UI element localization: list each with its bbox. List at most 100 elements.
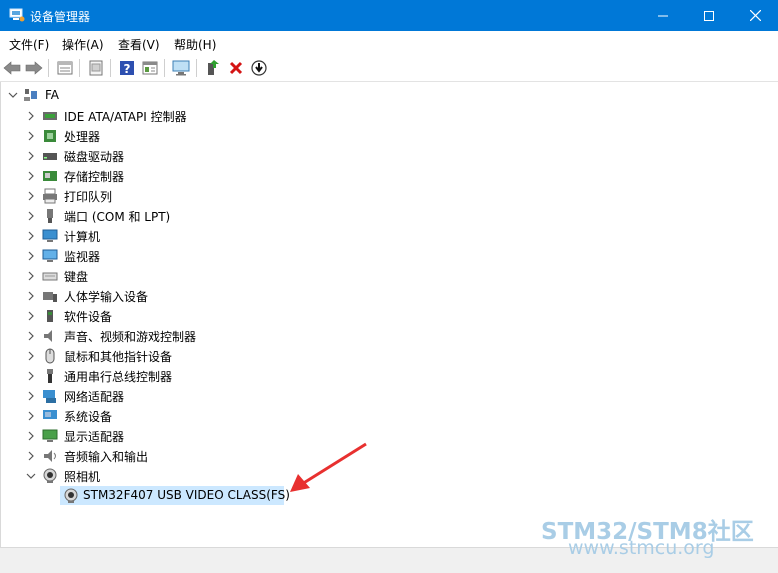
uninstall-device-button[interactable] (226, 58, 246, 78)
software-device-icon (47, 310, 53, 322)
usb-icon (47, 369, 53, 383)
camera-icon (43, 468, 57, 483)
menu-view[interactable]: 查看(V) (118, 36, 160, 53)
chevron-right-icon[interactable] (26, 211, 36, 221)
back-button[interactable] (2, 58, 22, 78)
tree-category-label[interactable]: 人体学输入设备 (64, 288, 148, 305)
maximize-icon (704, 10, 714, 21)
keyboard-icon (42, 272, 58, 281)
chevron-right-icon[interactable] (26, 271, 36, 281)
tree-category-label[interactable]: 照相机 (64, 468, 100, 485)
enable-device-button[interactable] (203, 58, 223, 78)
tree-category-label[interactable]: 网络适配器 (64, 388, 124, 405)
svg-text:?: ? (124, 62, 131, 76)
computer-root-icon (24, 89, 37, 101)
chevron-right-icon[interactable] (26, 231, 36, 241)
forward-button[interactable] (24, 58, 44, 78)
chevron-down-icon[interactable] (8, 90, 18, 100)
tree-category-label[interactable]: 显示适配器 (64, 428, 124, 445)
toolbar: ? (0, 55, 778, 82)
chevron-right-icon[interactable] (26, 191, 36, 201)
chevron-right-icon[interactable] (26, 431, 36, 441)
computer-icon (42, 229, 58, 242)
download-driver-button[interactable] (249, 58, 269, 78)
scan-hardware-icon (172, 60, 190, 76)
device-manager-icon (9, 8, 25, 22)
chevron-right-icon[interactable] (26, 151, 36, 161)
close-button[interactable] (732, 0, 778, 31)
tree-category-label[interactable]: 监视器 (64, 248, 100, 265)
display-adapter-icon (42, 429, 58, 442)
annotation-arrow (290, 442, 367, 492)
tree-category-label[interactable]: 打印队列 (64, 188, 112, 205)
close-icon (749, 10, 761, 21)
chevron-right-icon[interactable] (26, 411, 36, 421)
title-bar: 设备管理器 (0, 0, 778, 31)
chevron-right-icon[interactable] (26, 131, 36, 141)
tree-category-label[interactable]: 声音、视频和游戏控制器 (64, 328, 196, 345)
chevron-right-icon[interactable] (26, 291, 36, 301)
chevron-right-icon[interactable] (26, 371, 36, 381)
tree-root-label[interactable]: FA (45, 88, 59, 102)
hid-icon (43, 292, 57, 302)
forward-icon (25, 61, 43, 75)
menu-bar: 文件(F) 操作(A) 查看(V) 帮助(H) (0, 31, 778, 55)
tree-category-label[interactable]: 系统设备 (64, 408, 112, 425)
chevron-down-icon[interactable] (26, 471, 36, 481)
view-button[interactable] (140, 58, 160, 78)
properties-icon (57, 61, 73, 75)
webcam-icon (64, 488, 78, 503)
port-icon (47, 209, 53, 223)
device-tree[interactable]: FA IDE ATA/ATAPI 控制器 处理器磁盘驱动器存储控制器打印队列端口 … (0, 82, 778, 547)
back-icon (3, 61, 21, 75)
ide-controller-icon (43, 112, 57, 120)
window-title: 设备管理器 (30, 10, 91, 24)
monitor-icon (42, 249, 58, 262)
scan-hardware-button[interactable] (171, 58, 191, 78)
uninstall-icon (229, 61, 243, 75)
menu-action[interactable]: 操作(A) (62, 36, 104, 53)
chevron-right-icon[interactable] (26, 171, 36, 181)
tree-category-label[interactable]: 磁盘驱动器 (64, 148, 124, 165)
menu-file[interactable]: 文件(F) (9, 36, 49, 53)
chevron-right-icon[interactable] (26, 331, 36, 341)
minimize-button[interactable] (640, 0, 686, 31)
download-icon (251, 60, 267, 76)
watermark-url: www.stmcu.org (568, 537, 715, 559)
sound-icon (44, 330, 52, 342)
properties-button[interactable] (55, 58, 75, 78)
network-adapter-icon (43, 390, 56, 403)
mouse-icon (45, 348, 55, 364)
chevron-right-icon[interactable] (26, 451, 36, 461)
storage-controller-icon (43, 171, 57, 181)
help-button[interactable]: ? (117, 58, 137, 78)
printer-icon (43, 188, 57, 204)
minimize-icon (658, 15, 668, 16)
tree-category-label[interactable]: 音频输入和输出 (64, 448, 148, 465)
update-driver-button[interactable] (86, 58, 106, 78)
tree-category-label[interactable]: 通用串行总线控制器 (64, 368, 172, 385)
chevron-right-icon[interactable] (26, 311, 36, 321)
disk-drive-icon (43, 153, 57, 160)
tree-category-label[interactable]: 键盘 (64, 268, 88, 285)
chevron-right-icon[interactable] (26, 251, 36, 261)
chevron-right-icon[interactable] (26, 391, 36, 401)
tree-category-label[interactable]: 端口 (COM 和 LPT) (64, 208, 170, 225)
tree-category-label[interactable]: 存储控制器 (64, 168, 124, 185)
audio-io-icon (44, 450, 56, 462)
menu-help[interactable]: 帮助(H) (174, 36, 216, 53)
tree-category-label[interactable]: 计算机 (64, 228, 100, 245)
maximize-button[interactable] (686, 0, 732, 31)
processor-icon (44, 130, 56, 142)
tree-category-label[interactable]: 鼠标和其他指针设备 (64, 348, 172, 365)
chevron-right-icon[interactable] (26, 111, 36, 121)
view-icon (142, 61, 158, 75)
system-device-icon (43, 410, 57, 419)
help-icon: ? (120, 61, 134, 76)
tree-category-label[interactable]: 软件设备 (64, 308, 112, 325)
tree-category-label[interactable]: 处理器 (64, 128, 100, 145)
tree-category-label[interactable]: IDE ATA/ATAPI 控制器 (64, 108, 187, 125)
camera-device-label[interactable]: STM32F407 USB VIDEO CLASS(FS) (83, 488, 290, 502)
chevron-right-icon[interactable] (26, 351, 36, 361)
update-driver-icon (89, 60, 103, 76)
